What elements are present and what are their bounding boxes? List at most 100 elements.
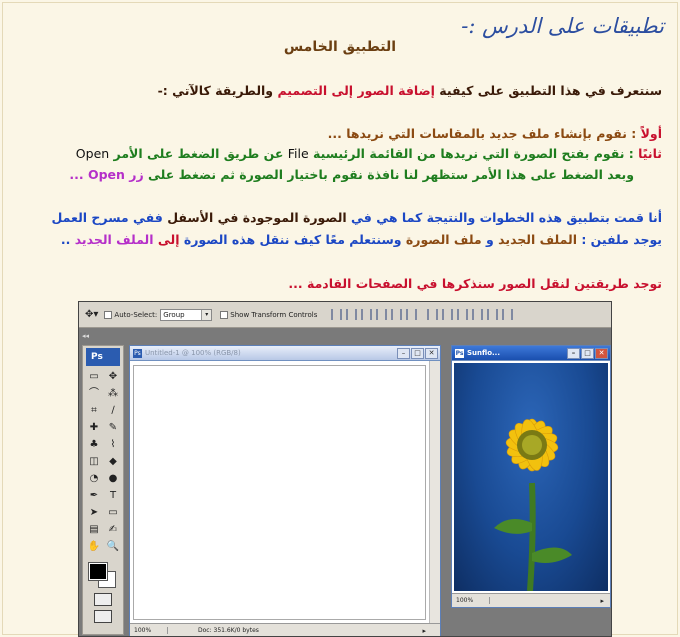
step-2: ثانيًا : نقوم بفتح الصورة التي نريدها من…	[76, 145, 662, 163]
document-window-sunflower[interactable]: Ps Sunflo... – □ ✕ 100% ▸	[451, 345, 611, 608]
page-heading: تطبيقات على الدرس :-	[461, 14, 664, 38]
untitled-zoom[interactable]: 100%	[134, 627, 168, 634]
closing-line: توجد طريقتين لنقل الصور سنذكرها في الصفح…	[288, 276, 662, 291]
history-brush-tool-icon[interactable]: ⌇	[105, 437, 121, 452]
sunflower-title: Sunflo...	[467, 349, 500, 357]
align-bottom-icon[interactable]	[361, 309, 373, 320]
distribute-right-icon[interactable]	[502, 309, 514, 320]
align-vcenter-icon[interactable]	[346, 309, 358, 320]
type-tool-icon[interactable]: T	[105, 488, 121, 503]
dodge-tool-icon[interactable]: ●	[105, 471, 121, 486]
leaf-left	[494, 519, 532, 534]
shape-tool-icon[interactable]: ▭	[105, 505, 121, 520]
status-arrow-icon[interactable]: ▸	[422, 627, 426, 635]
screen-mode-icon[interactable]	[94, 610, 112, 623]
auto-select-option[interactable]: Auto-Select: Group ▾	[104, 308, 213, 321]
dropdown-arrow-icon: ▾	[201, 309, 212, 320]
untitled-title-bar[interactable]: Ps Untitled-1 @ 100% (RGB/8) – □ ✕	[130, 346, 440, 361]
color-swatches[interactable]	[83, 561, 123, 588]
step-2b-text-2: ...	[69, 167, 88, 182]
document-window-untitled[interactable]: Ps Untitled-1 @ 100% (RGB/8) – □ ✕ 100% …	[129, 345, 441, 636]
step-1: أولاً : نقوم بإنشاء ملف جديد بالمقاسات ا…	[328, 125, 662, 143]
step-2b-open-button: زر Open	[87, 167, 144, 182]
align-top-icon[interactable]	[331, 309, 343, 320]
minimize-icon[interactable]: –	[567, 348, 580, 359]
auto-select-checkbox[interactable]	[104, 310, 113, 319]
distribute-left-icon[interactable]	[472, 309, 484, 320]
result-2-end: ..	[60, 232, 75, 247]
move-tool-icon[interactable]: ✥	[105, 369, 121, 384]
untitled-canvas[interactable]	[133, 365, 426, 620]
transform-controls-checkbox[interactable]	[220, 310, 229, 319]
quick-mask-icon[interactable]	[94, 593, 112, 606]
untitled-vertical-scrollbar[interactable]	[429, 361, 440, 623]
minimize-icon[interactable]: –	[397, 348, 410, 359]
stem	[527, 482, 536, 591]
brush-tool-icon[interactable]: ✎	[105, 420, 121, 435]
document-icon: Ps	[455, 348, 464, 358]
sunflower-photo[interactable]	[454, 363, 608, 591]
eraser-tool-icon[interactable]: ◫	[86, 454, 102, 469]
options-bar: ✥▾ Auto-Select: Group ▾ Show Transform C…	[79, 302, 611, 328]
pen-tool-icon[interactable]: ✒	[86, 488, 102, 503]
untitled-doc-info: Doc: 351.6K/0 bytes	[198, 627, 259, 634]
marquee-tool-icon[interactable]: ▭	[86, 369, 102, 384]
step-2-file: File	[287, 146, 309, 161]
sunflower-zoom[interactable]: 100%	[456, 597, 490, 604]
distribute-vcenter-icon[interactable]	[442, 309, 454, 320]
step-2-open: Open	[75, 146, 110, 161]
maximize-icon[interactable]: □	[581, 348, 594, 359]
sunflower-status-bar: 100% ▸	[452, 593, 610, 607]
distribute-bottom-icon[interactable]	[457, 309, 469, 320]
auto-select-value: Group	[163, 310, 185, 319]
slice-tool-icon[interactable]: ∕	[105, 403, 121, 418]
transform-controls-option[interactable]: Show Transform Controls	[220, 310, 318, 319]
intro-highlight: إضافة الصور إلى التصميم	[277, 83, 435, 98]
status-arrow-icon[interactable]: ▸	[600, 597, 604, 605]
distribute-top-icon[interactable]	[427, 309, 439, 320]
result-2-and: و	[481, 232, 499, 247]
path-selection-tool-icon[interactable]: ➤	[86, 505, 102, 520]
align-left-icon[interactable]	[376, 309, 388, 320]
result-2-to: إلى	[157, 232, 180, 247]
step-1-text: : نقوم بإنشاء ملف جديد بالمقاسات التي نر…	[327, 126, 641, 141]
result-2-new-file-2: الملف الجديد	[74, 232, 154, 247]
paint-bucket-tool-icon[interactable]: ◆	[105, 454, 121, 469]
clone-stamp-tool-icon[interactable]: ♣	[86, 437, 102, 452]
notes-tool-icon[interactable]: ▤	[86, 522, 102, 537]
flower-center-inner	[522, 435, 542, 455]
leaf-right	[532, 547, 572, 563]
document-icon: Ps	[133, 348, 142, 358]
lasso-tool-icon[interactable]: ⌒	[86, 386, 102, 401]
magic-wand-tool-icon[interactable]: ⁂	[105, 386, 121, 401]
hand-tool-icon[interactable]: ✋	[86, 539, 102, 554]
result-1-text-1: أنا قمت بتطبيق هذه الخطوات والنتيجة كما …	[346, 210, 662, 225]
zoom-tool-icon[interactable]: 🔍	[105, 539, 121, 554]
close-icon[interactable]: ✕	[425, 348, 438, 359]
result-line-1: أنا قمت بتطبيق هذه الخطوات والنتيجة كما …	[52, 209, 663, 227]
step-2-text-2: عن طريق الضغط على الأمر	[109, 146, 288, 161]
eyedropper-tool-icon[interactable]: ✍	[105, 522, 121, 537]
step-2b-text-1: وبعد الضغط على هذا الأمر ستظهر لنا نافذة…	[143, 167, 634, 182]
foreground-color-swatch[interactable]	[88, 562, 108, 581]
distribute-hcenter-icon[interactable]	[487, 309, 499, 320]
sunflower-window-buttons: – □ ✕	[567, 348, 608, 359]
maximize-icon[interactable]: □	[411, 348, 424, 359]
blur-tool-icon[interactable]: ◔	[86, 471, 102, 486]
align-right-icon[interactable]	[406, 309, 418, 320]
move-tool-icon[interactable]: ✥▾	[85, 309, 98, 320]
auto-select-dropdown[interactable]: Group ▾	[160, 308, 213, 321]
crop-tool-icon[interactable]: ⌗	[86, 403, 102, 418]
transform-controls-label: Show Transform Controls	[230, 310, 318, 319]
tools-palette: Ps ▭ ✥ ⌒ ⁂ ⌗ ∕ ✚ ✎ ♣ ⌇ ◫ ◆ ◔ ● ✒ T ➤ ▭ ▤ ✍ ✋ 🔍	[82, 345, 124, 635]
healing-brush-tool-icon[interactable]: ✚	[86, 420, 102, 435]
result-2-text-1: يوجد ملفين :	[576, 232, 662, 247]
align-hcenter-icon[interactable]	[391, 309, 403, 320]
untitled-title: Untitled-1 @ 100% (RGB/8)	[145, 349, 241, 357]
step-1-label: أولاً	[640, 126, 662, 141]
palette-collapse-icon[interactable]: ◂◂	[82, 332, 89, 340]
photoshop-screenshot: ✥▾ Auto-Select: Group ▾ Show Transform C…	[78, 301, 612, 637]
close-icon[interactable]: ✕	[595, 348, 608, 359]
sunflower-title-bar[interactable]: Ps Sunflo... – □ ✕	[452, 346, 610, 361]
result-line-2: يوجد ملفين : الملف الجديد و ملف الصورة و…	[61, 231, 662, 249]
